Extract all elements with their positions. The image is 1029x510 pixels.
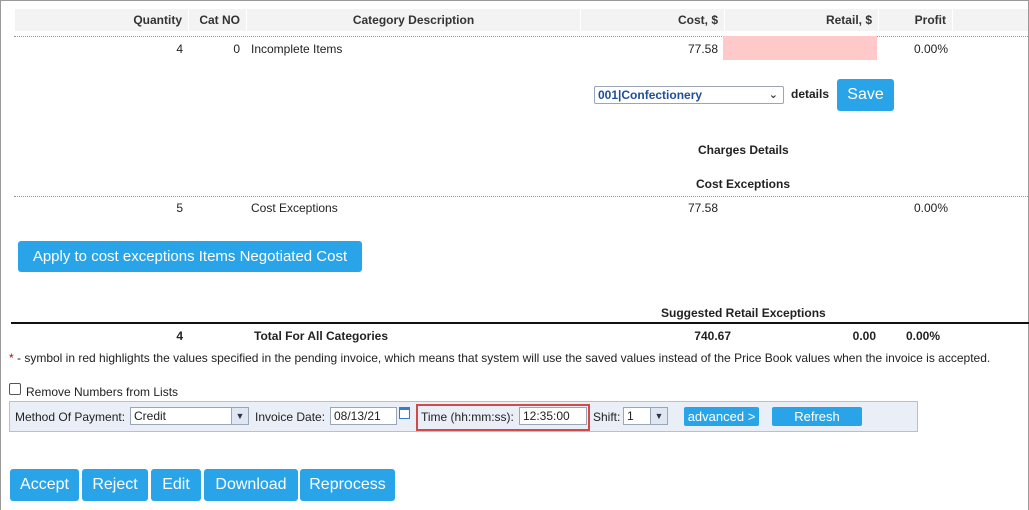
invoice-date-label: Invoice Date: (255, 410, 326, 424)
total-description: Total For All Categories (254, 329, 389, 343)
category-select[interactable]: 001|Confectionery ⌄ (594, 86, 784, 104)
calendar-icon[interactable] (399, 407, 410, 419)
remove-numbers-checkbox[interactable] (9, 383, 21, 395)
header-profit: Profit (878, 9, 952, 31)
incomplete-cat-no: 0 (233, 42, 240, 56)
chevron-down-icon: ⌄ (768, 89, 778, 101)
reject-button[interactable]: Reject (82, 469, 148, 501)
header-quantity: Quantity (14, 9, 188, 31)
time-input[interactable]: 12:35:00 (519, 407, 587, 425)
header-filler (952, 9, 1028, 31)
reprocess-button[interactable]: Reprocess (300, 469, 395, 501)
total-profit: 0.00% (905, 329, 940, 343)
dropdown-arrow-icon[interactable]: ▼ (231, 407, 249, 425)
shift-select[interactable]: 1 ▼ (623, 407, 668, 425)
time-label: Time (hh:mm:ss): (421, 410, 514, 424)
incomplete-cost: 77.58 (687, 42, 718, 56)
apply-negotiated-cost-button[interactable]: Apply to cost exceptions Items Negotiate… (18, 241, 362, 272)
shift-value: 1 (627, 409, 634, 423)
dropdown-arrow-icon[interactable]: ▼ (650, 407, 668, 425)
header-category-description: Category Description (246, 9, 580, 31)
incomplete-profit: 0.00% (913, 42, 948, 56)
header-cost: Cost, $ (580, 9, 724, 31)
advanced-button[interactable]: advanced > (684, 407, 759, 426)
incomplete-retail-input[interactable] (723, 36, 877, 60)
suggested-retail-title: Suggested Retail Exceptions (661, 306, 826, 320)
method-of-payment-value: Credit (134, 409, 167, 423)
save-button[interactable]: Save (837, 79, 894, 111)
download-button[interactable]: Download (204, 469, 298, 501)
incomplete-quantity: 4 (176, 42, 183, 56)
note-text: - symbol in red highlights the values sp… (13, 351, 991, 365)
remove-numbers-label: Remove Numbers from Lists (26, 385, 179, 399)
method-of-payment-select[interactable]: Credit ▼ (130, 407, 249, 425)
row-divider (14, 196, 1028, 197)
total-retail: 0.00 (852, 329, 876, 343)
method-of-payment-label: Method Of Payment: (15, 410, 126, 424)
invoice-date-input[interactable]: 08/13/21 (330, 407, 397, 425)
header-cat-no: Cat NO (188, 9, 246, 31)
pending-invoice-note: * - symbol in red highlights the values … (9, 350, 990, 366)
refresh-button[interactable]: Refresh (772, 407, 862, 426)
cost-exceptions-description: Cost Exceptions (251, 201, 338, 215)
cost-exceptions-cost: 77.58 (687, 201, 718, 215)
cost-exceptions-quantity: 5 (176, 201, 183, 215)
category-select-value: 001|Confectionery (598, 88, 703, 102)
charges-details-title: Charges Details (698, 143, 789, 157)
header-retail: Retail, $ (724, 9, 878, 31)
total-cost: 740.67 (694, 329, 731, 343)
cost-exceptions-profit: 0.00% (913, 201, 948, 215)
edit-button[interactable]: Edit (151, 469, 201, 501)
total-quantity: 4 (176, 329, 183, 343)
total-divider (11, 322, 1029, 324)
cost-exceptions-title: Cost Exceptions (696, 177, 791, 191)
shift-label: Shift: (593, 410, 621, 424)
incomplete-description: Incomplete Items (251, 42, 343, 56)
accept-button[interactable]: Accept (10, 469, 79, 501)
details-label: details (791, 87, 830, 101)
